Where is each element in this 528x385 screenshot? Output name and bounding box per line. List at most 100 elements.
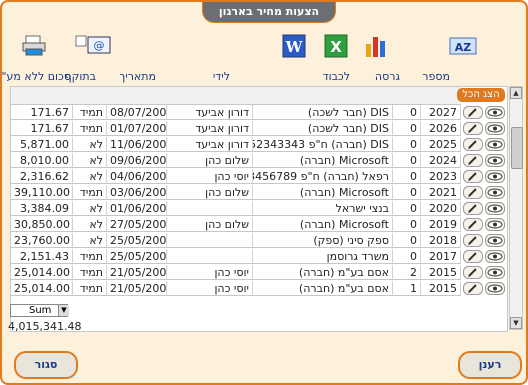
cell-amount: 2,316.62 — [11, 169, 73, 184]
edit-icon[interactable] — [463, 202, 483, 215]
view-icon[interactable] — [485, 234, 505, 247]
column-header-by[interactable]: לידי — [213, 70, 230, 83]
cell-version: 0 — [393, 121, 421, 136]
view-icon[interactable] — [485, 122, 505, 135]
cell-number: 2023 — [421, 169, 461, 184]
show-all-button[interactable]: הצג הכל — [457, 88, 505, 102]
view-icon[interactable] — [485, 186, 505, 199]
scroll-thumb[interactable] — [511, 127, 523, 169]
cell-amount: 25,014.00 — [11, 265, 73, 280]
row-actions — [461, 217, 507, 232]
cell-by: יוסי כהן — [167, 169, 253, 184]
row-actions — [461, 249, 507, 264]
table-row[interactable]: 3,384.09לא01/06/2009 בנצי ישראל02020 — [11, 201, 507, 217]
cell-by: שלום כהן — [167, 185, 253, 200]
cell-number: 2019 — [421, 217, 461, 232]
cell-version: 0 — [393, 233, 421, 248]
cell-for: אסם בע"מ (חברה) — [253, 265, 393, 280]
row-actions — [461, 281, 507, 296]
row-actions — [461, 233, 507, 248]
column-header-number[interactable]: מספר — [422, 70, 450, 83]
table-row[interactable]: 2,316.62לא04/06/2009יוסי כהןרפאל (חברה) … — [11, 169, 507, 185]
view-icon[interactable] — [485, 266, 505, 279]
chevron-down-icon[interactable]: ▼ — [58, 305, 69, 316]
view-icon[interactable] — [485, 282, 505, 295]
cell-amount: 8,010.00 — [11, 153, 73, 168]
cell-for: אסם בע"מ (חברה) — [253, 281, 393, 296]
cell-number: 2026 — [421, 121, 461, 136]
table-row[interactable]: 2,151.43תמיד25/05/2009 משרד גרוסמן02017 — [11, 249, 507, 265]
table-row[interactable]: 8,010.00לא09/06/2009שלום כהןMicrosoft (ח… — [11, 153, 507, 169]
cell-by — [167, 249, 253, 264]
cell-number: 2015 — [421, 265, 461, 280]
cell-amount: 23,760.00 — [11, 233, 73, 248]
cell-by: דורון אביעד — [167, 105, 253, 120]
table-row[interactable]: 30,850.00לא27/05/2009שלום כהןMicrosoft (… — [11, 217, 507, 233]
view-icon[interactable] — [485, 250, 505, 263]
cell-for: רפאל (חברה) ח"פ 23456789 — [253, 169, 393, 184]
excel-icon[interactable]: X — [322, 32, 350, 60]
edit-icon[interactable] — [463, 122, 483, 135]
cell-date: 09/06/2009 — [107, 153, 167, 168]
column-header-from-date[interactable]: מתאריך — [119, 70, 156, 83]
edit-icon[interactable] — [463, 266, 483, 279]
row-actions — [461, 169, 507, 184]
row-actions — [461, 185, 507, 200]
email-icon[interactable]: @ — [72, 32, 114, 60]
filter-row — [11, 87, 461, 105]
cell-date: 03/06/2009 — [107, 185, 167, 200]
edit-icon[interactable] — [463, 106, 483, 119]
table-row[interactable]: 25,014.00תמיד21/05/2009יוסי כהןאסם בע"מ … — [11, 281, 507, 297]
table-row[interactable]: 39,110.00תמיד03/06/2009שלום כהןMicrosoft… — [11, 185, 507, 201]
word-icon[interactable]: W — [280, 32, 308, 60]
cell-number: 2018 — [421, 233, 461, 248]
cell-by: דורון אביעד — [167, 121, 253, 136]
table-row[interactable]: 171.67תמיד01/07/2009דורון אביעדDIS (חבר … — [11, 121, 507, 137]
sort-az-icon[interactable]: AZ — [448, 32, 480, 60]
cell-version: 0 — [393, 105, 421, 120]
cell-by: דורון אביעד — [167, 137, 253, 152]
table-row[interactable]: 171.67תמיד08/07/2009דורון אביעדDIS (חבר … — [11, 105, 507, 121]
view-icon[interactable] — [485, 170, 505, 183]
edit-icon[interactable] — [463, 170, 483, 183]
view-icon[interactable] — [485, 154, 505, 167]
svg-text:W: W — [285, 38, 304, 56]
row-actions — [461, 153, 507, 168]
cell-date: 21/05/2009 — [107, 265, 167, 280]
edit-icon[interactable] — [463, 250, 483, 263]
cell-number: 2015 — [421, 281, 461, 296]
cell-date: 01/06/2009 — [107, 201, 167, 216]
scroll-down-icon[interactable]: ▼ — [510, 317, 522, 329]
edit-icon[interactable] — [463, 234, 483, 247]
cell-for: ספק סיני (ספק) — [253, 233, 393, 248]
cell-by — [167, 201, 253, 216]
refresh-button[interactable]: רענן — [458, 351, 522, 379]
edit-icon[interactable] — [463, 282, 483, 295]
vertical-scrollbar[interactable]: ▲ ▼ — [509, 86, 523, 330]
view-icon[interactable] — [485, 218, 505, 231]
view-icon[interactable] — [485, 202, 505, 215]
column-header-version[interactable]: גרסה — [375, 70, 400, 83]
scroll-up-icon[interactable]: ▲ — [510, 87, 522, 99]
cell-amount: 30,850.00 — [11, 217, 73, 232]
edit-icon[interactable] — [463, 218, 483, 231]
row-actions — [461, 137, 507, 152]
column-header-amount[interactable]: סכום ללא מע"מ — [2, 70, 71, 83]
printer-icon[interactable] — [20, 32, 48, 60]
cell-number: 2027 — [421, 105, 461, 120]
table-row[interactable]: 23,760.00לא25/05/2009 ספק סיני (ספק)02018 — [11, 233, 507, 249]
cell-number: 2021 — [421, 185, 461, 200]
view-icon[interactable] — [485, 138, 505, 151]
edit-icon[interactable] — [463, 154, 483, 167]
edit-icon[interactable] — [463, 138, 483, 151]
chart-icon[interactable] — [362, 32, 390, 60]
cell-number: 2017 — [421, 249, 461, 264]
column-header-for[interactable]: לכבוד — [323, 70, 350, 83]
view-icon[interactable] — [485, 106, 505, 119]
close-button[interactable]: סגור — [14, 351, 78, 379]
table-row[interactable]: 25,014.00תמיד21/05/2009יוסי כהןאסם בע"מ … — [11, 265, 507, 281]
cell-valid: תמיד — [73, 105, 107, 120]
table-row[interactable]: 5,871.00לא11/06/2009דורון אביעדDIS (חברה… — [11, 137, 507, 153]
edit-icon[interactable] — [463, 186, 483, 199]
cell-date: 21/05/2009 — [107, 281, 167, 296]
